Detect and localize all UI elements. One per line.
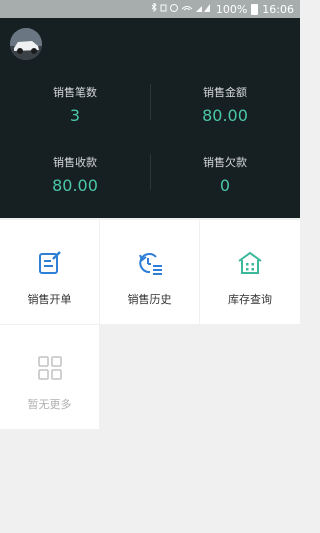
stat-value: 0: [219, 176, 231, 195]
car-avatar-icon: [10, 28, 42, 60]
stat-value: 3: [69, 106, 81, 125]
sales-summary-header: 销售笔数 3 销售金额 80.00 销售收款 80.00 销售欠款 0: [0, 18, 300, 218]
menu-item-sales-history[interactable]: 销售历史: [100, 220, 199, 324]
battery-icon: [251, 3, 259, 15]
stat-value: 80.00: [202, 106, 248, 125]
stat-label: 销售收款: [53, 156, 97, 169]
battery-percent: 100%: [215, 2, 248, 16]
grid-icon: [37, 356, 62, 380]
menu-item-label: 销售开单: [27, 293, 72, 306]
status-icons: [150, 1, 212, 16]
menu-item-inventory-query[interactable]: 库存查询: [200, 220, 300, 324]
menu-item-sales-order[interactable]: 销售开单: [0, 220, 99, 324]
stat-value: 80.00: [52, 176, 98, 195]
stat-sales-amount: 销售金额 80.00: [150, 84, 300, 125]
status-indicators-icon: [151, 1, 210, 12]
stat-sales-count: 销售笔数 3: [0, 84, 150, 125]
stat-label: 销售笔数: [53, 86, 97, 99]
stat-label: 销售欠款: [203, 156, 247, 169]
stat-label: 销售金额: [203, 86, 247, 99]
warehouse-icon: [238, 251, 262, 274]
stat-sales-received: 销售收款 80.00: [0, 154, 150, 195]
clock-time: 16:06: [262, 2, 294, 16]
menu-item-label: 暂无更多: [27, 398, 72, 411]
edit-document-icon: [38, 251, 61, 274]
status-bar: 100% 16:06: [0, 0, 300, 18]
avatar[interactable]: [10, 28, 42, 60]
menu-item-no-more: 暂无更多: [0, 325, 99, 429]
stat-sales-owed: 销售欠款 0: [150, 154, 300, 195]
menu-item-label: 销售历史: [127, 293, 172, 306]
menu-item-label: 库存查询: [228, 293, 272, 306]
history-list-icon: [138, 253, 162, 275]
